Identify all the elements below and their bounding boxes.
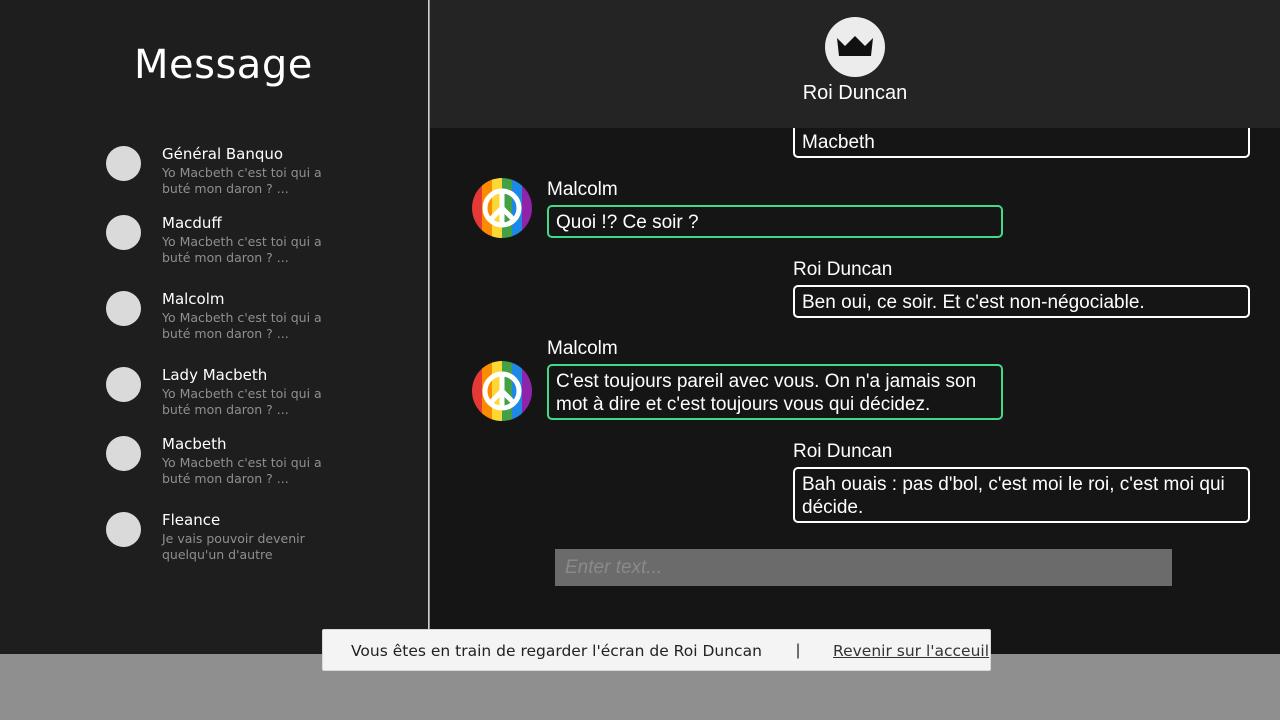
banner-separator: | (796, 642, 801, 659)
message-bubble-outgoing: Macbeth (793, 128, 1250, 158)
contact-item-malcolm[interactable]: Malcolm Yo Macbeth c'est toi qui a buté … (0, 290, 429, 353)
contact-name: Macduff (162, 214, 222, 232)
contact-preview: Yo Macbeth c'est toi qui a buté mon daro… (162, 234, 322, 265)
watching-banner: Vous êtes en train de regarder l'écran d… (322, 629, 991, 671)
contact-name: Malcolm (162, 290, 225, 308)
contact-item-fleance[interactable]: Fleance Je vais pouvoir devenir quelqu'u… (0, 511, 429, 574)
message-bubble-outgoing: Ben oui, ce soir. Et c'est non-négociabl… (793, 285, 1250, 318)
contact-name: Macbeth (162, 435, 227, 453)
message-sender: Roi Duncan (793, 441, 893, 462)
avatar (106, 512, 141, 547)
chat-header: Roi Duncan (430, 0, 1280, 128)
avatar (106, 291, 141, 326)
chat-messages: Macbeth Malcolm Quoi !? Ce soir ? Roi Du… (430, 128, 1280, 654)
contact-name: Lady Macbeth (162, 366, 268, 384)
contact-item-general-banquo[interactable]: Général Banquo Yo Macbeth c'est toi qui … (0, 145, 429, 208)
conversation-sidebar: Message Général Banquo Yo Macbeth c'est … (0, 0, 429, 654)
avatar (106, 436, 141, 471)
sidebar-title: Message (134, 42, 313, 88)
back-home-link[interactable]: Revenir sur l'acceuil (833, 642, 989, 660)
watching-text: Vous êtes en train de regarder l'écran d… (351, 642, 762, 660)
contact-preview: Je vais pouvoir devenir quelqu'un d'autr… (162, 531, 305, 562)
contact-preview: Yo Macbeth c'est toi qui a buté mon daro… (162, 165, 322, 196)
peace-rainbow-icon (472, 178, 532, 238)
crown-icon (837, 36, 873, 56)
message-sender: Malcolm (547, 179, 618, 200)
contact-preview: Yo Macbeth c'est toi qui a buté mon daro… (162, 455, 322, 486)
avatar (106, 215, 141, 250)
message-bubble-incoming: Quoi !? Ce soir ? (547, 205, 1003, 238)
contact-name: Général Banquo (162, 145, 284, 163)
peace-rainbow-icon (472, 361, 532, 421)
avatar (825, 17, 885, 77)
contact-name: Fleance (162, 511, 221, 529)
contact-preview: Yo Macbeth c'est toi qui a buté mon daro… (162, 386, 322, 417)
message-sender: Malcolm (547, 338, 618, 359)
avatar (106, 146, 141, 181)
message-sender: Roi Duncan (793, 259, 893, 280)
message-bubble-outgoing: Bah ouais : pas d'bol, c'est moi le roi,… (793, 467, 1250, 523)
contact-item-lady-macbeth[interactable]: Lady Macbeth Yo Macbeth c'est toi qui a … (0, 366, 429, 429)
contact-item-macduff[interactable]: Macduff Yo Macbeth c'est toi qui a buté … (0, 214, 429, 277)
avatar (106, 367, 141, 402)
contact-item-macbeth[interactable]: Macbeth Yo Macbeth c'est toi qui a buté … (0, 435, 429, 498)
message-bubble-incoming: C'est toujours pareil avec vous. On n'a … (547, 364, 1003, 420)
contact-preview: Yo Macbeth c'est toi qui a buté mon daro… (162, 310, 322, 341)
message-input[interactable] (555, 549, 1172, 586)
chat-contact-name: Roi Duncan (802, 82, 908, 104)
